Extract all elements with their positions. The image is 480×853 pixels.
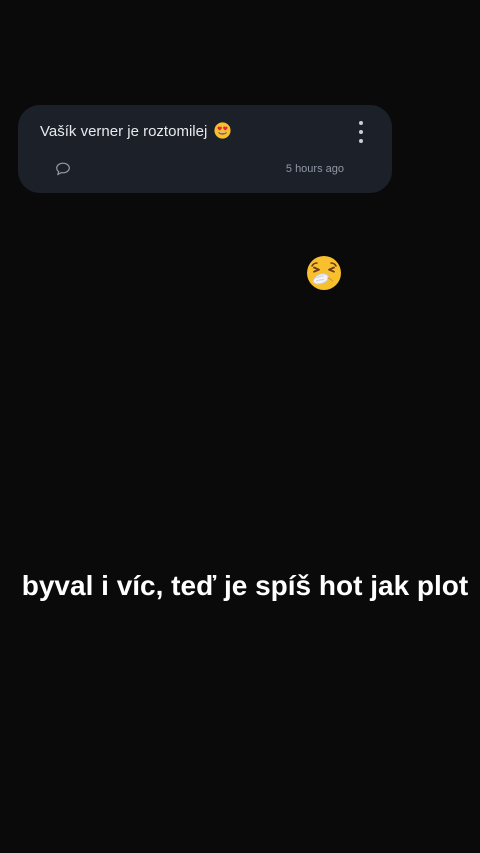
story-caption: byval i víc, teď je spíš hot jak plot xyxy=(21,570,469,601)
more-options-icon[interactable] xyxy=(352,121,370,143)
sneezing-face-emoji-icon[interactable] xyxy=(306,255,342,291)
question-timestamp: 5 hours ago xyxy=(285,163,344,175)
story-canvas: Vašík verner je roztomilej 5 hours ago b… xyxy=(0,0,480,853)
question-card[interactable]: Vašík verner je roztomilej 5 hours ago xyxy=(18,105,392,193)
heart-eyes-emoji-icon xyxy=(214,122,232,139)
question-text: Vašík verner je roztomilej xyxy=(40,122,232,140)
comment-icon[interactable] xyxy=(55,162,71,176)
question-label: Vašík verner je roztomilej xyxy=(40,123,208,140)
